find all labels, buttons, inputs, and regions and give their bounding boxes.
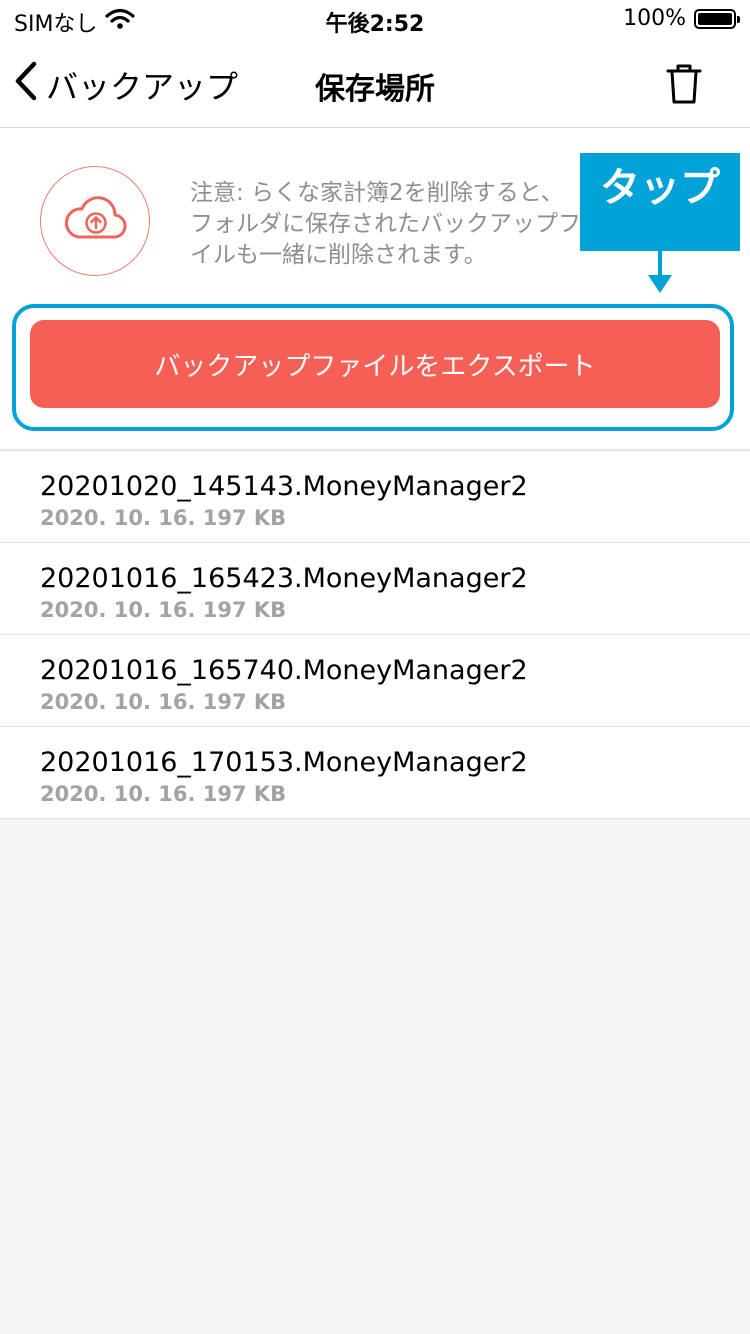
arrow-down-icon (648, 251, 672, 293)
file-name: 20201016_165423.MoneyManager2 (40, 563, 528, 594)
file-row[interactable]: 20201016_165740.MoneyManager2 2020. 10. … (0, 635, 750, 727)
export-panel: 注意: らくな家計簿2を削除すると、 フォルダに保存されたバックアップフ イルも… (0, 128, 750, 448)
notice-line: 注意: らくな家計簿2を削除すると、 (190, 180, 564, 206)
battery-icon (694, 8, 740, 29)
export-backup-button[interactable]: バックアップファイルをエクスポート (30, 320, 720, 408)
file-meta: 2020. 10. 16. 197 KB (40, 598, 287, 622)
back-button[interactable]: バックアップ (12, 60, 238, 110)
status-bar: SIMなし 午後2:52 100% (0, 0, 750, 40)
trash-icon (664, 64, 704, 110)
chevron-left-icon (12, 60, 40, 110)
file-row[interactable]: 20201016_165423.MoneyManager2 2020. 10. … (0, 543, 750, 635)
file-name: 20201020_145143.MoneyManager2 (40, 471, 528, 502)
file-name: 20201016_170153.MoneyManager2 (40, 747, 528, 778)
notice-text: 注意: らくな家計簿2を削除すると、 フォルダに保存されたバックアップフ イルも… (190, 178, 580, 271)
delete-button[interactable] (664, 62, 704, 106)
navigation-bar: バックアップ 保存場所 (0, 40, 750, 128)
file-meta: 2020. 10. 16. 197 KB (40, 506, 287, 530)
file-row[interactable]: 20201016_170153.MoneyManager2 2020. 10. … (0, 727, 750, 819)
tap-callout: タップ (580, 153, 740, 251)
battery-percent: 100% (623, 6, 686, 31)
file-row[interactable]: 20201020_145143.MoneyManager2 2020. 10. … (0, 451, 750, 543)
notice-line: フォルダに保存されたバックアップフ (190, 211, 580, 237)
notice-line: イルも一緒に削除されます。 (190, 242, 487, 268)
cloud-upload-icon (63, 195, 127, 247)
back-label: バックアップ (46, 68, 239, 106)
cloud-badge (40, 166, 150, 276)
backup-file-list: 20201020_145143.MoneyManager2 2020. 10. … (0, 450, 750, 819)
file-meta: 2020. 10. 16. 197 KB (40, 690, 287, 714)
status-right: 100% (623, 6, 740, 31)
file-name: 20201016_165740.MoneyManager2 (40, 655, 528, 686)
file-meta: 2020. 10. 16. 197 KB (40, 782, 287, 806)
